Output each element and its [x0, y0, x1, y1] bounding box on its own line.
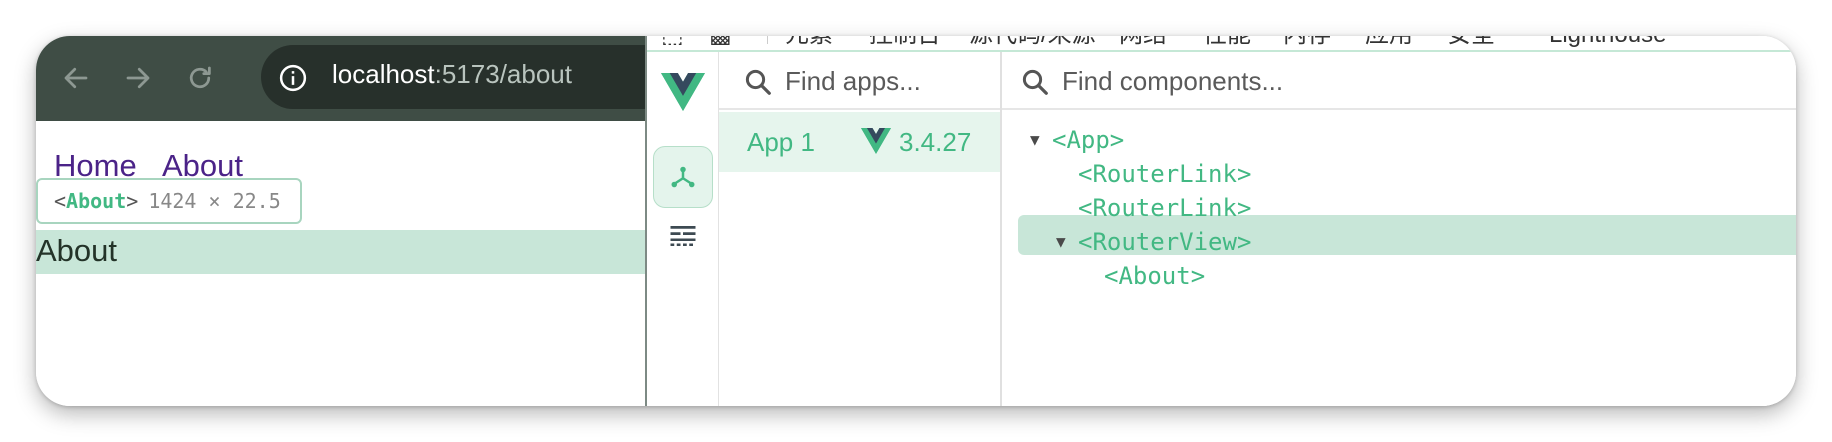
components-search [1002, 52, 1796, 110]
tooltip-tag: About [66, 189, 127, 213]
url-text[interactable]: localhost:5173/about [332, 57, 572, 91]
site-info-button[interactable] [273, 58, 313, 98]
reload-icon [189, 66, 211, 89]
device-toolbar-icon[interactable]: ▩ [709, 36, 732, 48]
app-list-item[interactable]: App 1 3.4.27 [719, 112, 1000, 172]
screenshot-stage: localhost:5173/about Home About About <A… [0, 0, 1832, 442]
back-button[interactable] [54, 56, 98, 100]
tooltip-dimensions: 1424 × 22.5 [148, 189, 281, 213]
vue-version: 3.4.27 [899, 127, 972, 157]
browser-toolbar: localhost:5173/about [36, 36, 681, 121]
inspected-element-highlight [36, 230, 645, 274]
forward-button[interactable] [116, 56, 160, 100]
url-host: localhost [332, 59, 435, 89]
tree-node-label: <RouterLink> [1078, 194, 1252, 222]
apps-search-input[interactable] [785, 61, 985, 101]
tab-elements[interactable]: 元素 [785, 36, 833, 48]
apps-search [719, 52, 1000, 110]
search-icon [745, 69, 771, 95]
tab-lighthouse[interactable]: Lighthouse [1549, 36, 1666, 48]
arrow-left-icon [64, 67, 88, 89]
reload-button[interactable] [178, 56, 222, 100]
arrow-right-icon [126, 67, 150, 89]
expanded-triangle-icon[interactable]: ▼ [1030, 122, 1052, 158]
inspect-tooltip: <About> 1424 × 22.5 [36, 178, 302, 224]
tree-node-label: <RouterLink> [1078, 160, 1252, 188]
app-name: App 1 [747, 127, 815, 157]
tab-sources[interactable]: 源代码/来源 [969, 36, 1096, 48]
timeline-tab-button[interactable] [665, 218, 701, 254]
tree-node-routerview[interactable]: ▼ <RouterView> [1056, 224, 1251, 260]
tab-security[interactable]: 安全 [1447, 36, 1495, 48]
info-icon [279, 64, 307, 92]
tree-node-label: <RouterView> [1078, 228, 1252, 256]
tab-performance[interactable]: 性能 [1203, 36, 1251, 48]
tab-memory[interactable]: 内存 [1283, 36, 1331, 48]
expanded-triangle-icon[interactable]: ▼ [1056, 224, 1078, 260]
devtools-tab-bar: ⬚ ▩ 元素 控制台 源代码/来源 网络 性能 内存 应用 安全 Lightho… [647, 36, 1796, 52]
tab-separator [767, 36, 768, 44]
apps-pane: App 1 3.4.27 [719, 52, 1002, 406]
vue-logo-icon [861, 128, 891, 154]
timeline-icon [670, 226, 696, 246]
tab-inspect-element[interactable]: ⬚ [661, 36, 684, 48]
devtools-panel: ⬚ ▩ 元素 控制台 源代码/来源 网络 性能 内存 应用 安全 Lightho… [645, 36, 1796, 406]
tree-node-label: <App> [1052, 126, 1125, 154]
vue-devtools-rail [647, 52, 719, 406]
tree-node-about[interactable]: <About> [1104, 258, 1205, 294]
vue-logo-icon [661, 73, 705, 111]
tree-node-app[interactable]: ▼ <App> [1030, 122, 1124, 158]
browser-area: localhost:5173/about Home About About <A… [36, 36, 681, 406]
search-icon [1022, 69, 1048, 95]
tab-console[interactable]: 控制台 [869, 36, 941, 48]
url-path: :5173/about [434, 59, 572, 89]
component-tree-icon [671, 166, 695, 188]
tree-node-routerlink[interactable]: <RouterLink> [1078, 190, 1251, 226]
components-pane: ▼<App> <RouterLink> <RouterLink> ▼<Route… [1002, 52, 1796, 406]
tab-network[interactable]: 网络 [1119, 36, 1167, 48]
tree-node-label: <About> [1104, 262, 1206, 290]
browser-window: localhost:5173/about Home About About <A… [36, 36, 1796, 406]
tab-application[interactable]: 应用 [1365, 36, 1413, 48]
page-heading: About [36, 233, 118, 268]
components-search-input[interactable] [1062, 61, 1662, 101]
tree-node-routerlink[interactable]: <RouterLink> [1078, 156, 1251, 192]
components-tab-button[interactable] [653, 146, 713, 208]
